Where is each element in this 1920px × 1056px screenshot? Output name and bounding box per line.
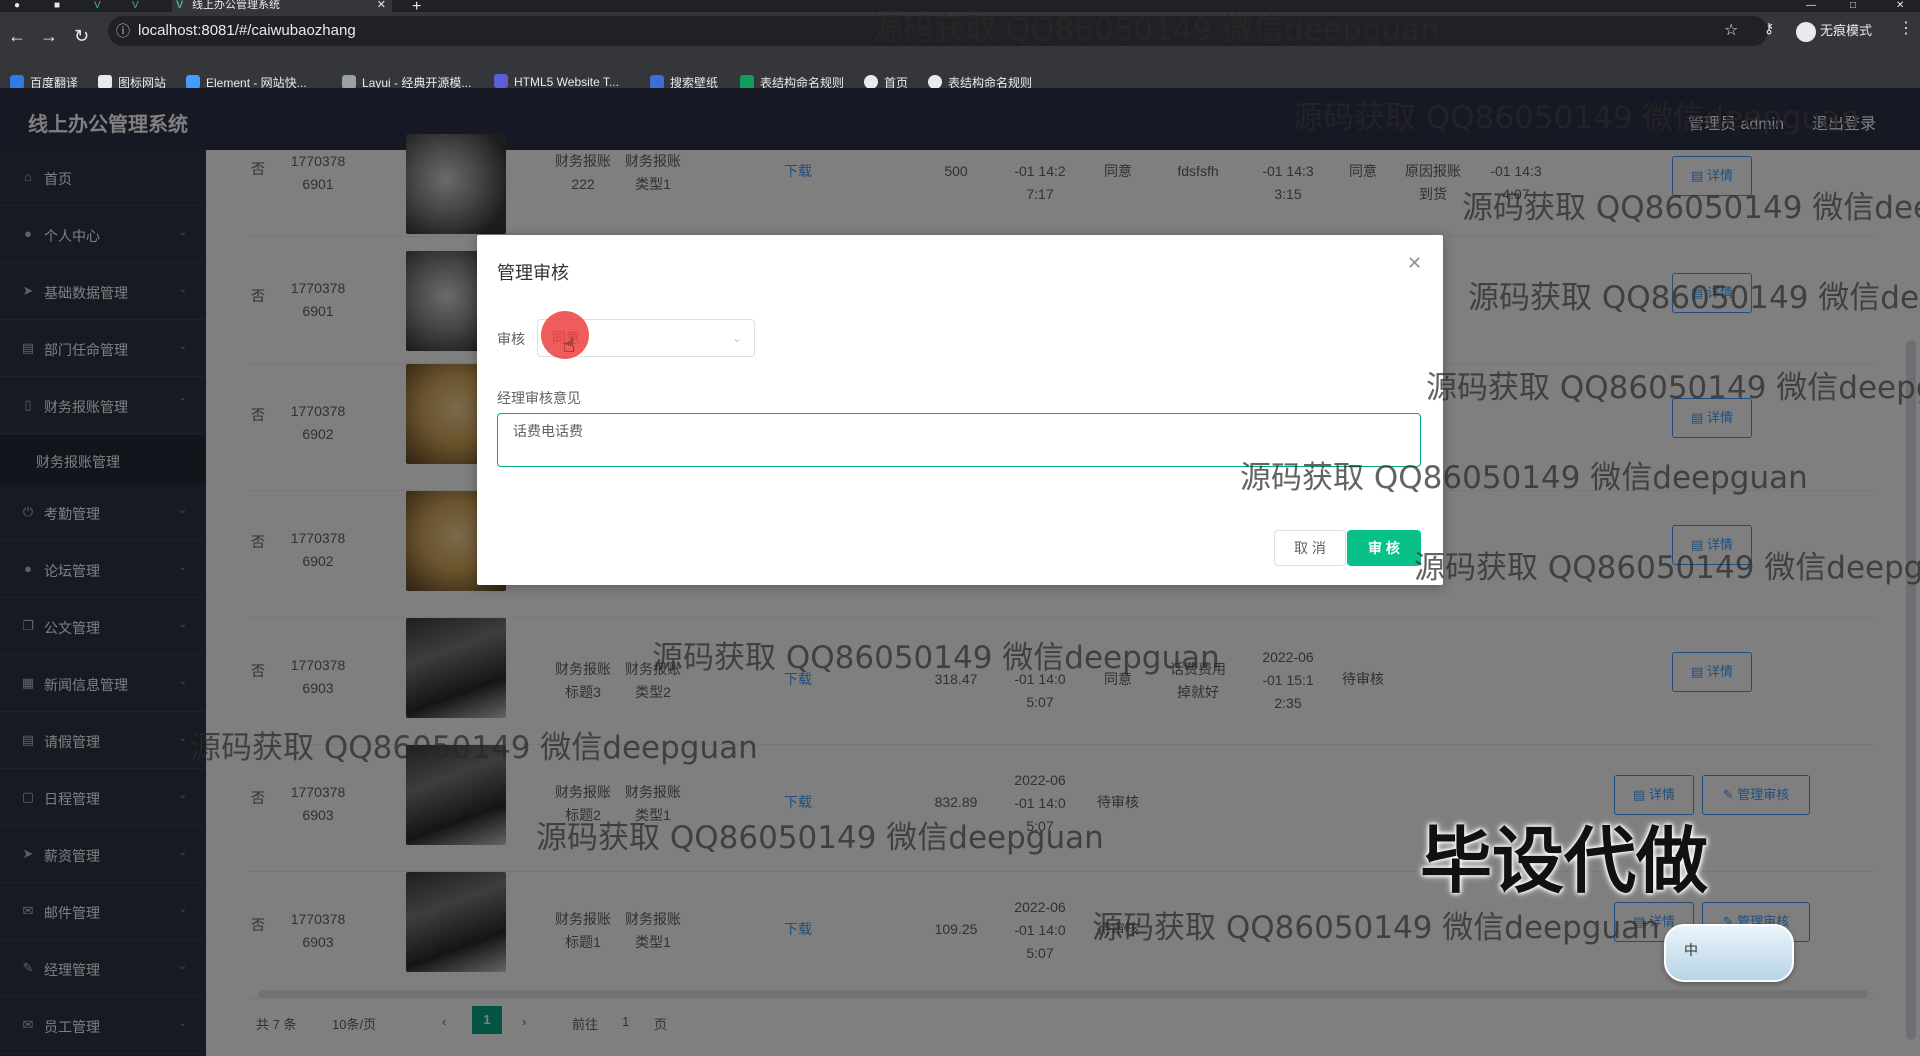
watermark-text: 源码获取 QQ86050149 微信deep bbox=[1468, 280, 1920, 316]
dialog-title: 管理审核 bbox=[497, 263, 569, 283]
audit-dialog: 管理审核 ✕ 审核 同意 ⌄ ☝ 经理审核意见 话费电话费 取 消 审 核 bbox=[477, 235, 1443, 585]
browser-icon: ● bbox=[14, 0, 21, 11]
incognito-indicator[interactable]: 无痕模式 bbox=[1796, 20, 1872, 42]
promo-overlay-text: 毕设代做 bbox=[1420, 819, 1709, 903]
ime-widget[interactable]: 中 bbox=[1664, 924, 1794, 982]
vue-tab-icon[interactable]: V bbox=[94, 0, 101, 11]
cancel-button[interactable]: 取 消 bbox=[1274, 530, 1346, 566]
info-icon[interactable]: ⓘ bbox=[116, 16, 130, 46]
back-icon[interactable]: ← bbox=[8, 26, 26, 47]
incognito-icon bbox=[1796, 21, 1816, 42]
tab-title: 线上办公管理系统 bbox=[192, 0, 280, 11]
tab-icon[interactable]: ■ bbox=[54, 0, 60, 11]
browser-menu-icon[interactable]: ⋮ bbox=[1898, 18, 1914, 38]
audit-field-label: 审核 bbox=[497, 331, 525, 347]
bookmark-star-icon[interactable]: ☆ bbox=[1724, 20, 1738, 40]
url-text: localhost:8081/#/caiwubaozhang bbox=[138, 22, 356, 39]
watermark-text: 源码获取 QQ86050149 微信deepgu bbox=[1426, 370, 1920, 406]
watermark-text: 源码获取 QQ86050149 微信deepguan bbox=[652, 640, 1220, 676]
vue-tab-icon[interactable]: V bbox=[132, 0, 139, 11]
minimize-icon[interactable]: — bbox=[1806, 0, 1816, 11]
watermark-text: 源码获取 QQ86050149 微信deepguan bbox=[872, 12, 1440, 48]
watermark-text: 源码获取 QQ86050149 微信deep bbox=[1462, 190, 1920, 226]
vue-icon: V bbox=[176, 0, 184, 11]
watermark-text: 源码获取 QQ86050149 微信deepguan bbox=[1092, 910, 1660, 946]
forward-icon[interactable]: → bbox=[40, 26, 58, 47]
chevron-down-icon: ⌄ bbox=[731, 331, 742, 345]
bookmark-item[interactable]: HTML5 Website T... bbox=[494, 74, 619, 89]
mouse-cursor-icon: ☝ bbox=[563, 335, 576, 357]
manager-opinion-label: 经理审核意见 bbox=[497, 390, 581, 406]
tab-close-icon[interactable]: ✕ bbox=[377, 0, 386, 11]
watermark-text: 源码获取 QQ86050149 微信deepgua bbox=[1414, 550, 1920, 586]
watermark-text: 源码获取 QQ86050149 微信deepguan bbox=[1240, 460, 1808, 496]
close-window-icon[interactable]: ✕ bbox=[1896, 0, 1904, 11]
watermark-text: 源码获取 QQ86050149 微信deepguan bbox=[536, 820, 1104, 856]
watermark-text: 源码获取 QQ86050149 微信deepguan bbox=[1292, 100, 1860, 136]
audit-submit-button[interactable]: 审 核 bbox=[1347, 530, 1421, 566]
incognito-label: 无痕模式 bbox=[1820, 23, 1873, 38]
key-icon[interactable]: ⚷ bbox=[1764, 20, 1774, 37]
close-icon[interactable]: ✕ bbox=[1407, 253, 1422, 274]
ime-mode-label: 中 bbox=[1684, 942, 1698, 958]
watermark-text: 源码获取 QQ86050149 微信deepguan bbox=[190, 730, 758, 766]
reload-icon[interactable]: ↻ bbox=[74, 26, 89, 47]
maximize-icon[interactable]: □ bbox=[1850, 0, 1856, 11]
active-tab[interactable]: V 线上办公管理系统 ✕ bbox=[172, 0, 392, 12]
